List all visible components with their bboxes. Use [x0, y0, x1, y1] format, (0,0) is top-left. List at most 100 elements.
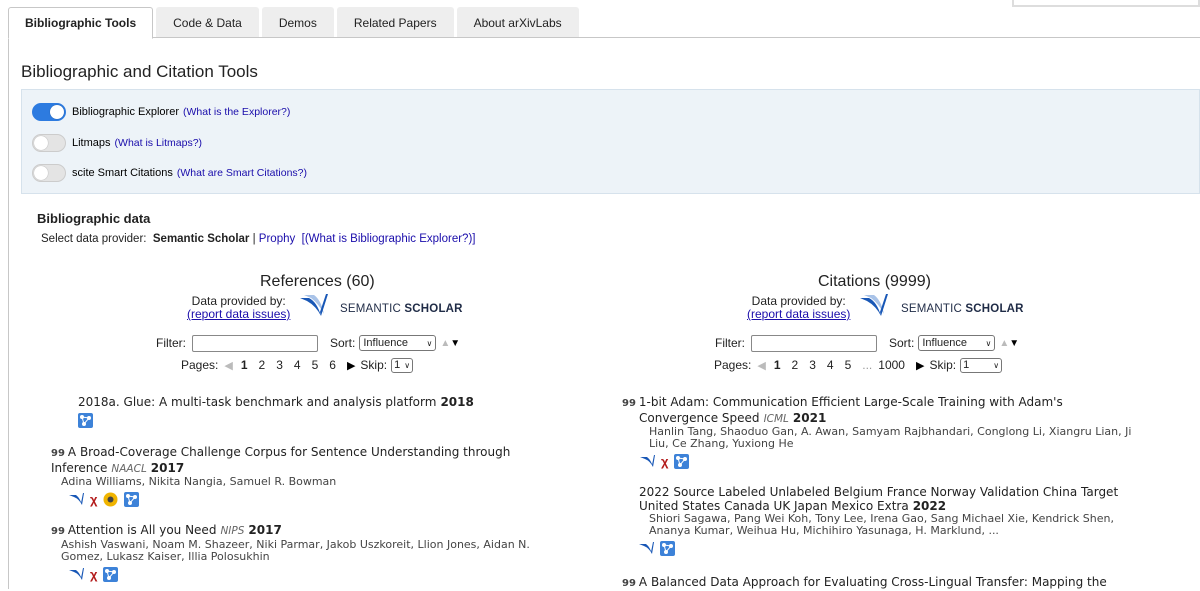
list-item: 99 Attention is All you Need NIPS 2017 Ashi…	[51, 523, 571, 582]
top-right-frame	[1012, 0, 1200, 7]
skip-label: Skip:	[929, 358, 957, 372]
semantic-scholar-icon[interactable]	[69, 567, 84, 582]
next-page-icon[interactable]: ▶	[347, 359, 355, 372]
dblp-icon[interactable]	[103, 492, 118, 507]
sort-ascending-icon[interactable]: ▲	[440, 338, 450, 349]
list-item: 2022 Source Labeled Unlabeled Belgium Fr…	[639, 485, 1142, 556]
provided-by: Data provided by: (report data issues)	[187, 295, 290, 321]
paper-title[interactable]: A Balanced Data Approach for Evaluating …	[639, 575, 1107, 589]
paper-year: 2021	[792, 411, 827, 425]
quote-icon: 99	[51, 448, 65, 459]
paper-title[interactable]: Attention is All you Need	[68, 523, 217, 537]
tab-demos[interactable]: Demos	[261, 7, 334, 38]
semantic-scholar-icon[interactable]	[69, 492, 84, 507]
tab-related-papers[interactable]: Related Papers	[336, 7, 454, 38]
report-data-issues-link[interactable]: (report data issues)	[187, 307, 290, 321]
toggle-label: scite Smart Citations	[72, 167, 173, 179]
references-sort-select[interactable]: Influence ∨	[359, 335, 437, 351]
tab-about-arxivlabs[interactable]: About arXivLabs	[456, 7, 579, 38]
tab-code-data[interactable]: Code & Data	[156, 7, 259, 38]
what-is-explorer-link[interactable]: (What is the Explorer?)	[183, 106, 290, 118]
paper-icons	[78, 413, 578, 428]
connected-papers-icon[interactable]	[103, 567, 119, 582]
paper-icons: χ	[622, 454, 1142, 469]
prev-page-icon[interactable]: ◀	[224, 359, 232, 372]
paper-title-line: 2022 Source Labeled Unlabeled Belgium Fr…	[639, 485, 1142, 513]
connected-papers-icon[interactable]	[78, 413, 93, 428]
sort-descending-icon[interactable]: ▼	[450, 338, 460, 349]
list-item: 99 1-bit Adam: Communication Efficient La…	[622, 395, 1142, 469]
semantic-scholar-logo-icon[interactable]	[299, 292, 329, 320]
provider-semantic-scholar: Semantic Scholar	[152, 233, 250, 245]
page-link[interactable]: 3	[276, 358, 283, 372]
paper-icons: χ	[51, 492, 571, 507]
page-link[interactable]: 2	[259, 358, 266, 372]
paper-icons: χ	[51, 567, 571, 582]
citations-title: Citations (9999)	[818, 273, 931, 290]
toggle-panel: Bibliographic Explorer (What is the Expl…	[21, 89, 1200, 194]
what-is-litmaps-link[interactable]: (What is Litmaps?)	[115, 137, 203, 149]
connected-papers-icon[interactable]	[674, 454, 690, 469]
references-skip-select[interactable]: 1 ∨	[391, 357, 414, 373]
panel-left-border	[8, 37, 9, 589]
page-link[interactable]: 3	[809, 358, 816, 372]
references-filter-input[interactable]	[192, 334, 318, 352]
litmaps-toggle[interactable]	[32, 134, 66, 152]
brand-bold: SCHOLAR	[965, 303, 1024, 315]
semantic-scholar-brand: SEMANTIC SCHOLAR	[901, 303, 1024, 315]
arxiv-icon[interactable]: χ	[90, 492, 97, 507]
page-link[interactable]: 5	[845, 358, 852, 372]
connected-papers-icon[interactable]	[124, 492, 140, 507]
paper-venue: NAACL	[111, 463, 147, 475]
what-are-smart-citations-link[interactable]: (What are Smart Citations?)	[177, 167, 307, 179]
toggle-label: Litmaps	[72, 137, 111, 149]
bibliographic-explorer-toggle[interactable]	[32, 103, 66, 121]
page-link[interactable]: 4	[827, 358, 834, 372]
report-data-issues-link[interactable]: (report data issues)	[747, 307, 850, 321]
page-link[interactable]: 1	[241, 358, 248, 372]
citations-skip-select[interactable]: 1 ∨	[960, 357, 1003, 373]
arxiv-icon[interactable]: χ	[661, 454, 668, 469]
scite-toggle[interactable]	[32, 164, 66, 182]
citations-filter-input[interactable]	[751, 334, 877, 352]
paper-title[interactable]: 1-bit Adam: Communication Efficient Larg…	[639, 395, 1063, 425]
paper-title[interactable]: 2022 Source Labeled Unlabeled Belgium Fr…	[639, 485, 1118, 513]
provider-prophy-link[interactable]: Prophy	[259, 233, 295, 245]
sort-label: Sort:	[330, 336, 356, 350]
pagination-row: Pages: ◀ 1 2 3 4 5 6 ▶ Skip: 1 ∨	[181, 356, 414, 374]
paper-year: 2017	[248, 523, 282, 537]
chevron-down-icon: ∨	[426, 338, 433, 348]
filter-label: Filter:	[715, 336, 745, 350]
paper-authors: Hanlin Tang, Shaoduo Gan, A. Awan, Samya…	[649, 425, 1132, 450]
toggle-row-explorer: Bibliographic Explorer (What is the Expl…	[32, 102, 290, 122]
paper-title[interactable]: 2018a. Glue: A multi-task benchmark and …	[78, 395, 436, 409]
section-title: Bibliographic and Citation Tools	[21, 62, 258, 81]
paper-authors: Ashish Vaswani, Noam M. Shazeer, Niki Pa…	[61, 538, 530, 563]
sort-ascending-icon[interactable]: ▲	[999, 338, 1009, 349]
connected-papers-icon[interactable]	[660, 541, 675, 556]
skip-label: Skip:	[360, 358, 388, 372]
page-link[interactable]: 1000	[878, 358, 905, 372]
prev-page-icon[interactable]: ◀	[757, 359, 765, 372]
paper-venue: ICML	[763, 413, 789, 425]
next-page-icon[interactable]: ▶	[916, 359, 924, 372]
tab-bibliographic-tools[interactable]: Bibliographic Tools	[8, 7, 154, 39]
what-is-bib-explorer-link[interactable]: [(What is Bibliographic Explorer?)]	[302, 233, 476, 245]
chevron-down-icon: ∨	[404, 360, 411, 370]
page-link[interactable]: 1	[774, 358, 781, 372]
semantic-scholar-logo-icon[interactable]	[859, 292, 889, 320]
citations-sort-select[interactable]: Influence ∨	[918, 335, 996, 351]
page-link[interactable]: 2	[792, 358, 799, 372]
provider-separator: |	[252, 233, 256, 245]
semantic-scholar-icon[interactable]	[639, 541, 654, 556]
chevron-down-icon: ∨	[985, 338, 992, 348]
arxiv-icon[interactable]: χ	[90, 567, 97, 582]
paper-title-line: 99 1-bit Adam: Communication Efficient La…	[622, 395, 1142, 426]
page-link[interactable]: 6	[329, 358, 336, 372]
sort-descending-icon[interactable]: ▼	[1009, 338, 1019, 349]
page-link[interactable]: 4	[294, 358, 301, 372]
paper-venue: NIPS	[220, 525, 245, 537]
filter-sort-row: Filter: Sort: Influence ∨ ▲ ▼	[715, 334, 1019, 352]
semantic-scholar-icon[interactable]	[640, 454, 655, 469]
page-link[interactable]: 5	[312, 358, 319, 372]
